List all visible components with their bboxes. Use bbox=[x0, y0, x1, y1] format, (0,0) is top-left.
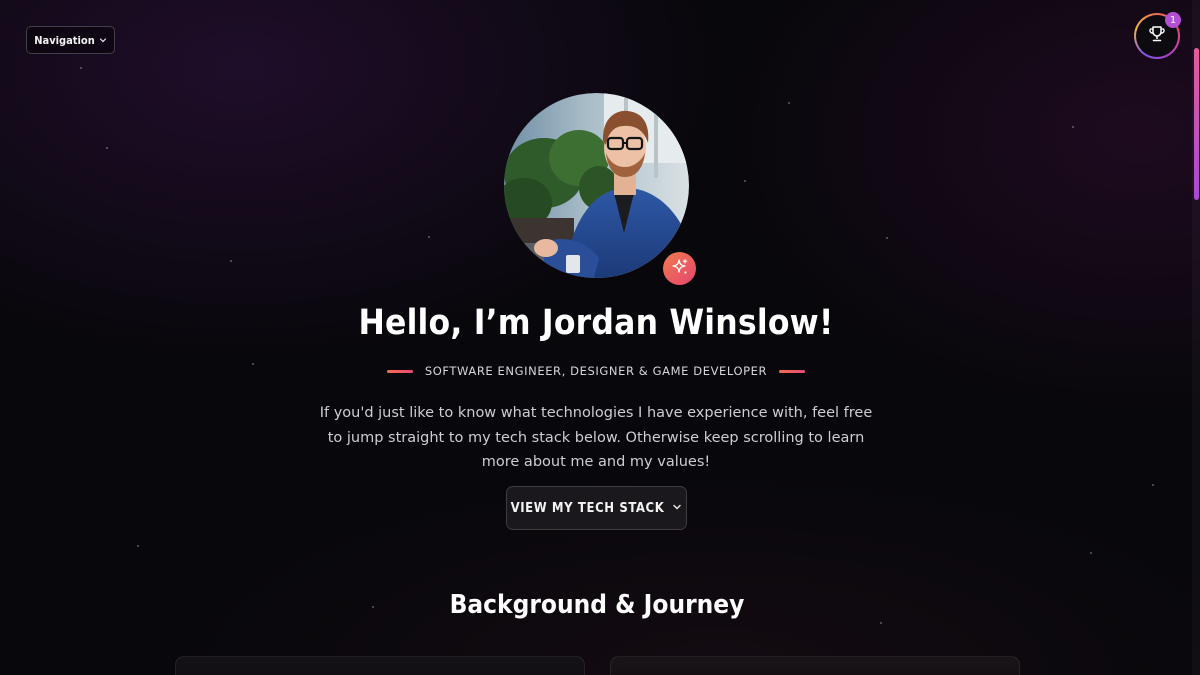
star-decoration bbox=[1090, 552, 1092, 554]
scrollbar-thumb[interactable] bbox=[1194, 48, 1199, 200]
background-journey-title: Background & Journey bbox=[449, 590, 745, 620]
navigation-label: Navigation bbox=[34, 33, 95, 47]
background-card-left bbox=[175, 656, 585, 675]
hero-intro-text: If you'd just like to know what technolo… bbox=[319, 405, 873, 470]
star-decoration bbox=[230, 260, 232, 262]
star-decoration bbox=[428, 236, 430, 238]
sparkle-badge bbox=[663, 252, 696, 285]
star-decoration bbox=[880, 622, 882, 624]
hero-title: Hello, I’m Jordan Winslow! bbox=[358, 303, 834, 343]
star-decoration bbox=[1072, 126, 1074, 128]
page-scrollbar[interactable] bbox=[1192, 0, 1200, 675]
subtitle-divider-left bbox=[386, 369, 413, 373]
star-decoration bbox=[788, 102, 790, 104]
chevron-down-icon bbox=[672, 501, 682, 516]
achievements-button[interactable]: 1 bbox=[1134, 12, 1181, 59]
star-decoration bbox=[80, 67, 82, 69]
hero-subtitle: SOFTWARE ENGINEER, DESIGNER & GAME DEVEL… bbox=[424, 364, 768, 378]
subtitle-divider-right bbox=[779, 369, 806, 373]
page: Navigation 1 Hello, I’m Jordan Winslow! … bbox=[0, 0, 1200, 675]
star-decoration bbox=[744, 180, 746, 182]
trophy-icon bbox=[1148, 25, 1166, 47]
profile-avatar bbox=[504, 93, 689, 278]
hero-subtitle-row: SOFTWARE ENGINEER, DESIGNER & GAME DEVEL… bbox=[0, 364, 1192, 378]
star-decoration bbox=[106, 147, 108, 149]
navigation-dropdown-button[interactable]: Navigation bbox=[26, 26, 115, 54]
background-card-right bbox=[610, 656, 1020, 675]
star-decoration bbox=[886, 237, 888, 239]
sparkle-icon bbox=[671, 258, 689, 280]
star-decoration bbox=[1152, 484, 1154, 486]
profile-avatar-container bbox=[504, 93, 696, 285]
chevron-down-icon bbox=[99, 36, 107, 44]
view-tech-stack-label: VIEW MY TECH STACK bbox=[510, 500, 665, 516]
star-decoration bbox=[137, 545, 139, 547]
view-tech-stack-button[interactable]: VIEW MY TECH STACK bbox=[506, 486, 687, 530]
achievements-count-badge: 1 bbox=[1165, 12, 1181, 28]
